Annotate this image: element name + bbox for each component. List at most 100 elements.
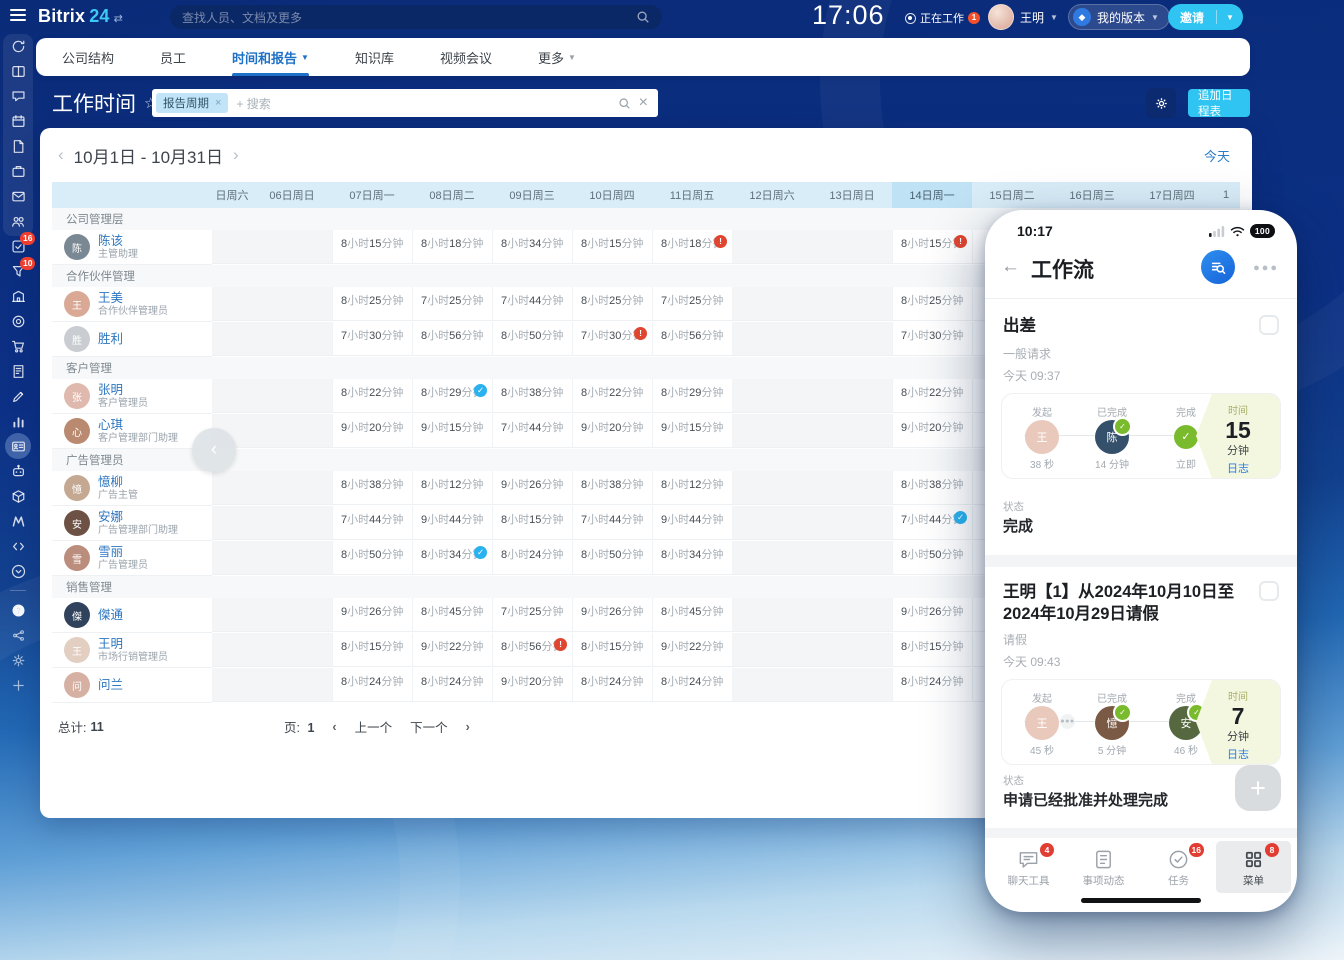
time-cell[interactable]: 8小时15分钟: [332, 230, 412, 264]
employee-name[interactable]: 憶柳: [98, 475, 138, 489]
card-title[interactable]: 王明【1】从2024年10月10日至2024年10月29日请假: [1003, 581, 1247, 626]
time-cell[interactable]: 9小时26分钟: [332, 598, 412, 632]
time-cell[interactable]: [732, 598, 812, 632]
working-status[interactable]: 正在工作 1: [905, 10, 980, 26]
hamburger-menu-icon[interactable]: [10, 9, 26, 21]
time-cell[interactable]: [212, 541, 252, 575]
global-search-input[interactable]: 查找人员、文档及更多: [170, 5, 662, 29]
nav-tab-员工[interactable]: 员工: [160, 38, 186, 76]
back-arrow-icon[interactable]: ←: [1001, 256, 1020, 278]
phone-tab-任务[interactable]: 任务16: [1141, 841, 1216, 893]
time-cell[interactable]: 8小时38分钟: [892, 471, 972, 505]
time-cell[interactable]: 8小时15分钟: [492, 506, 572, 540]
home-indicator[interactable]: [1081, 898, 1201, 903]
store-icon[interactable]: [10, 338, 26, 354]
time-cell[interactable]: [812, 598, 892, 632]
time-cell[interactable]: [812, 506, 892, 540]
collapse-sidebar-button[interactable]: ‹: [192, 428, 236, 472]
time-cell[interactable]: 8小时56分钟: [652, 322, 732, 356]
user-menu[interactable]: 王明 ▼: [988, 4, 1058, 30]
employee-row[interactable]: 问问兰: [52, 668, 212, 703]
search-icon[interactable]: [618, 97, 631, 110]
time-cell[interactable]: 8小时29分钟: [652, 379, 732, 413]
time-cell[interactable]: 7小时44分钟✓: [892, 506, 972, 540]
time-cell[interactable]: 8小时50分钟: [332, 541, 412, 575]
employee-name[interactable]: 王美: [98, 291, 168, 305]
crm-funnel-icon[interactable]: 10: [10, 263, 26, 279]
workflow-search-button[interactable]: [1201, 250, 1235, 284]
time-cell[interactable]: 8小时34分钟: [492, 230, 572, 264]
invite-button[interactable]: 邀请 ▼: [1168, 4, 1243, 30]
time-cell[interactable]: [732, 633, 812, 667]
employee-row[interactable]: 陈陈该主管助理: [52, 230, 212, 265]
time-cell[interactable]: [732, 541, 812, 575]
time-cell[interactable]: 8小时24分钟: [892, 668, 972, 702]
time-cell[interactable]: 8小时56分钟: [412, 322, 492, 356]
filter-chip[interactable]: 报告周期 ×: [156, 93, 228, 113]
time-cell[interactable]: 9小时22分钟: [652, 633, 732, 667]
time-cell[interactable]: [732, 230, 812, 264]
today-link[interactable]: 今天: [1204, 146, 1230, 165]
time-cell[interactable]: 8小时25分钟: [332, 287, 412, 321]
time-cell[interactable]: 8小时12分钟: [412, 471, 492, 505]
time-cell[interactable]: [732, 414, 812, 448]
time-cell[interactable]: 8小时22分钟: [892, 379, 972, 413]
bitrix24-logo[interactable]: Bitrix24⇄: [38, 6, 123, 27]
next-period-icon[interactable]: ›: [233, 145, 239, 165]
time-cell[interactable]: 9小时20分钟: [572, 414, 652, 448]
time-cell[interactable]: 8小时15分钟: [572, 230, 652, 264]
time-cell[interactable]: [212, 379, 252, 413]
time-cell[interactable]: [252, 633, 332, 667]
time-cell[interactable]: [812, 287, 892, 321]
phone-tab-菜单[interactable]: 菜单8: [1216, 841, 1291, 893]
time-cell[interactable]: 8小时15分钟!: [892, 230, 972, 264]
employee-name[interactable]: 傑通: [98, 608, 123, 622]
time-cell[interactable]: 8小时15分钟: [892, 633, 972, 667]
time-cell[interactable]: 8小时38分钟: [332, 471, 412, 505]
nav-tab-时间和报告[interactable]: 时间和报告▼: [232, 38, 309, 76]
employee-name[interactable]: 雪丽: [98, 545, 148, 559]
time-cell[interactable]: 9小时26分钟: [572, 598, 652, 632]
time-cell[interactable]: [252, 598, 332, 632]
time-cell[interactable]: [732, 506, 812, 540]
time-cell[interactable]: 9小时15分钟: [652, 414, 732, 448]
analytics-icon[interactable]: [10, 413, 26, 429]
time-cell[interactable]: [812, 322, 892, 356]
prev-period-icon[interactable]: ‹: [58, 145, 64, 165]
employee-name[interactable]: 心琪: [98, 418, 178, 432]
workflow-card[interactable]: 出差 一般请求 今天 09:37 发起王38 秒已完成陈✓14 分钟完成✓立即 …: [985, 299, 1297, 555]
workflow-card[interactable]: 王明【1】从2024年10月10日至2024年10月29日请假 请假 今天 09…: [985, 567, 1297, 828]
time-cell[interactable]: 8小时24分钟: [572, 668, 652, 702]
employee-row[interactable]: 傑傑通: [52, 598, 212, 633]
time-cell[interactable]: 8小时18分钟: [412, 230, 492, 264]
time-cell[interactable]: [212, 287, 252, 321]
time-cell[interactable]: 7小时44分钟: [492, 287, 572, 321]
card-title[interactable]: 出差: [1003, 315, 1036, 337]
drive-icon[interactable]: [10, 163, 26, 179]
ai-icon[interactable]: [10, 463, 26, 479]
time-cell[interactable]: 8小时25分钟: [892, 287, 972, 321]
time-cell[interactable]: 9小时20分钟: [892, 414, 972, 448]
time-cell[interactable]: 8小时24分钟: [492, 541, 572, 575]
time-cell[interactable]: 8小时38分钟: [572, 471, 652, 505]
time-cell[interactable]: 7小时30分钟: [892, 322, 972, 356]
time-cell[interactable]: 7小时30分钟!: [572, 322, 652, 356]
time-cell[interactable]: 8小时22分钟: [332, 379, 412, 413]
employee-row[interactable]: 张张明客户管理员: [52, 379, 212, 414]
next-page-icon[interactable]: ›: [466, 720, 470, 734]
employee-row[interactable]: 憶憶柳广告主管: [52, 471, 212, 506]
calendar-icon[interactable]: [10, 113, 26, 129]
time-cell[interactable]: 7小时25分钟: [412, 287, 492, 321]
time-cell[interactable]: [252, 506, 332, 540]
time-cell[interactable]: [812, 633, 892, 667]
time-cell[interactable]: [812, 379, 892, 413]
time-cell[interactable]: 9小时26分钟: [492, 471, 572, 505]
employee-row[interactable]: 胜胜利: [52, 322, 212, 357]
time-cell[interactable]: [732, 668, 812, 702]
card-checkbox[interactable]: [1259, 315, 1279, 335]
time-cell[interactable]: 8小时50分钟: [492, 322, 572, 356]
employee-row[interactable]: 王王美合作伙伴管理员: [52, 287, 212, 322]
market-icon[interactable]: [10, 513, 26, 529]
add-icon[interactable]: [10, 677, 26, 693]
esign-icon[interactable]: [10, 388, 26, 404]
